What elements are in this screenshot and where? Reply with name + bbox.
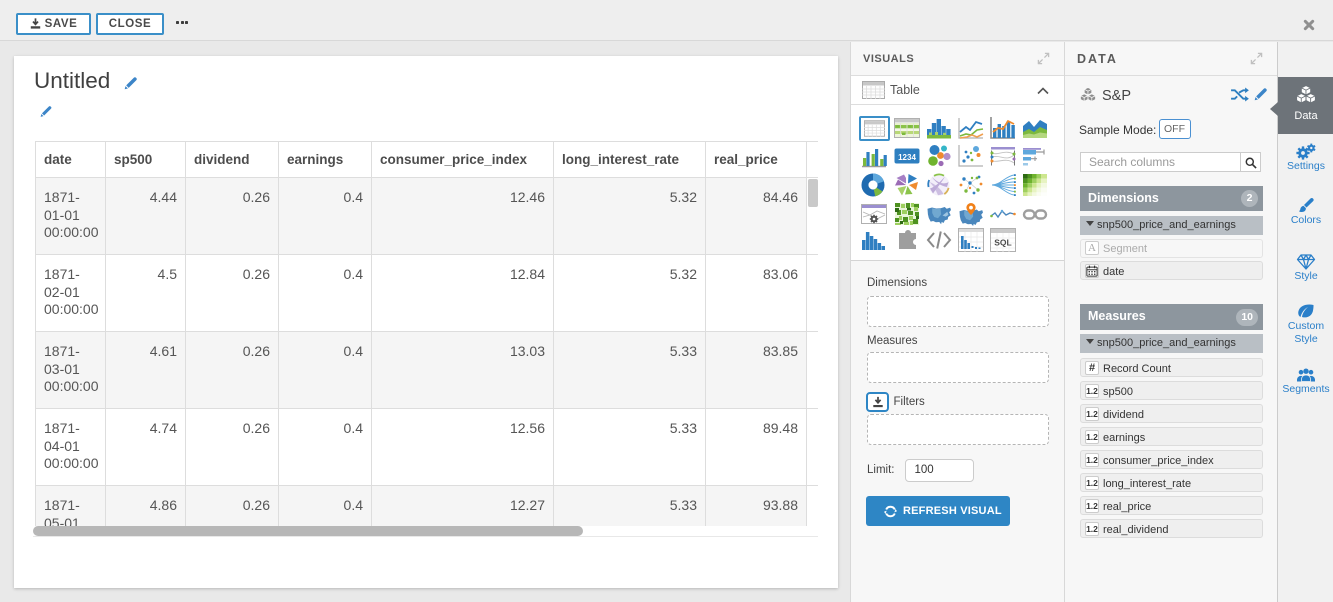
- svg-text:SQL: SQL: [994, 238, 1011, 248]
- svg-text:1234: 1234: [898, 153, 916, 162]
